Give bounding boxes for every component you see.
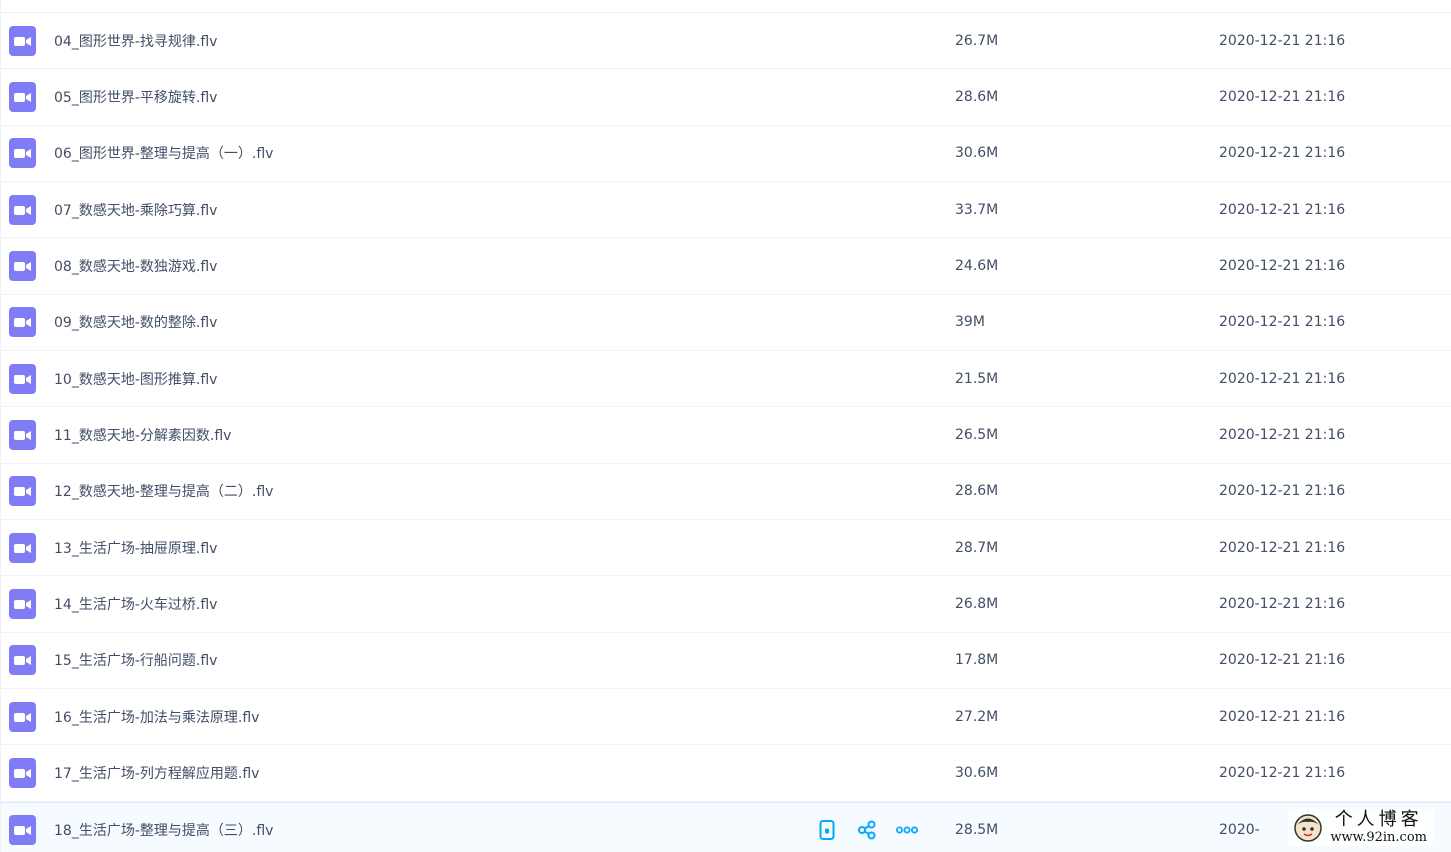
file-name[interactable]: 09_数感天地-数的整除.flv xyxy=(54,312,217,332)
video-file-icon xyxy=(9,250,36,281)
video-file-icon xyxy=(9,588,36,619)
file-date: 2020-12-21 21:16 xyxy=(1219,426,1346,443)
file-date: 2020-12-21 21:16 xyxy=(1219,145,1346,162)
video-file-icon xyxy=(9,757,36,788)
file-name[interactable]: 13_生活广场-抽屉原理.flv xyxy=(54,538,217,558)
file-date: 2020- xyxy=(1219,821,1260,838)
avatar-icon xyxy=(1294,813,1323,842)
video-file-icon xyxy=(9,363,36,394)
table-row[interactable]: 04_图形世界-找寻规律.flv 26.7M 2020-12-21 21:16 xyxy=(1,13,1451,70)
file-size: 28.6M xyxy=(955,88,999,105)
file-size: 33.7M xyxy=(955,201,999,218)
video-file-icon xyxy=(9,419,36,450)
file-name[interactable]: 12_数感天地-整理与提高（二）.flv xyxy=(54,481,273,501)
file-date: 2020-12-21 21:16 xyxy=(1219,201,1346,218)
file-size: 27.2M xyxy=(955,708,999,725)
file-name[interactable]: 16_生活广场-加法与乘法原理.flv xyxy=(54,707,259,727)
file-size: 30.6M xyxy=(955,145,999,162)
file-name[interactable]: 05_图形世界-平移旋转.flv xyxy=(54,87,217,107)
file-date: 2020-12-21 21:16 xyxy=(1219,32,1346,49)
file-date: 2020-12-21 21:16 xyxy=(1219,370,1346,387)
video-file-icon xyxy=(9,25,36,56)
video-file-icon xyxy=(9,814,36,845)
file-name[interactable]: 08_数感天地-数独游戏.flv xyxy=(54,256,217,276)
table-row[interactable]: 17_生活广场-列方程解应用题.flv 30.6M 2020-12-21 21:… xyxy=(1,745,1451,802)
file-size: 26.5M xyxy=(955,426,999,443)
file-size: 21.5M xyxy=(955,370,999,387)
file-size: 24.6M xyxy=(955,257,999,274)
file-date: 2020-12-21 21:16 xyxy=(1219,88,1346,105)
file-date: 2020-12-21 21:16 xyxy=(1219,652,1346,669)
file-name[interactable]: 15_生活广场-行船问题.flv xyxy=(54,650,217,670)
share-icon[interactable] xyxy=(856,819,878,841)
file-name[interactable]: 14_生活广场-火车过桥.flv xyxy=(54,594,217,614)
video-file-icon xyxy=(9,701,36,732)
file-size: 28.6M xyxy=(955,483,999,500)
table-row[interactable]: 14_生活广场-火车过桥.flv 26.8M 2020-12-21 21:16 xyxy=(1,576,1451,633)
file-name[interactable]: 11_数感天地-分解素因数.flv xyxy=(54,425,231,445)
table-row-hovered[interactable]: 18_生活广场-整理与提高（三）.flv 28.5M 2020- xyxy=(1,801,1451,852)
file-name[interactable]: 18_生活广场-整理与提高（三）.flv xyxy=(54,820,273,840)
file-name[interactable]: 07_数感天地-乘除巧算.flv xyxy=(54,200,217,220)
watermark-url: www.92in.com xyxy=(1330,830,1427,845)
file-name[interactable]: 06_图形世界-整理与提高（一）.flv xyxy=(54,143,273,163)
table-row[interactable]: 16_生活广场-加法与乘法原理.flv 27.2M 2020-12-21 21:… xyxy=(1,689,1451,746)
video-file-icon xyxy=(9,476,36,507)
file-date: 2020-12-21 21:16 xyxy=(1219,483,1346,500)
video-file-icon xyxy=(9,645,36,676)
file-name[interactable]: 17_生活广场-列方程解应用题.flv xyxy=(54,763,259,783)
table-row[interactable]: 10_数感天地-图形推算.flv 21.5M 2020-12-21 21:16 xyxy=(1,351,1451,408)
table-row[interactable]: 13_生活广场-抽屉原理.flv 28.7M 2020-12-21 21:16 xyxy=(1,520,1451,577)
video-file-icon xyxy=(9,81,36,112)
watermark-title: 个人博客 xyxy=(1334,809,1423,830)
file-size: 17.8M xyxy=(955,652,999,669)
table-row[interactable]: 05_图形世界-平移旋转.flv 28.6M 2020-12-21 21:16 xyxy=(1,69,1451,126)
table-row-partial xyxy=(1,0,1451,13)
video-file-icon xyxy=(9,194,36,225)
table-row[interactable]: 06_图形世界-整理与提高（一）.flv 30.6M 2020-12-21 21… xyxy=(1,126,1451,182)
watermark: 个人博客 www.92in.com xyxy=(1288,809,1433,846)
file-name[interactable]: 10_数感天地-图形推算.flv xyxy=(54,369,217,389)
file-name[interactable]: 04_图形世界-找寻规律.flv xyxy=(54,31,217,51)
video-file-icon xyxy=(9,138,36,169)
file-date: 2020-12-21 21:16 xyxy=(1219,708,1346,725)
file-list: 04_图形世界-找寻规律.flv 26.7M 2020-12-21 21:16 … xyxy=(0,0,1451,852)
video-file-icon xyxy=(9,532,36,563)
file-size: 30.6M xyxy=(955,764,999,781)
more-icon[interactable] xyxy=(896,819,918,841)
file-size: 26.7M xyxy=(955,32,999,49)
file-size: 28.5M xyxy=(955,821,999,838)
file-date: 2020-12-21 21:16 xyxy=(1219,539,1346,556)
table-row[interactable]: 15_生活广场-行船问题.flv 17.8M 2020-12-21 21:16 xyxy=(1,633,1451,689)
table-row[interactable]: 09_数感天地-数的整除.flv 39M 2020-12-21 21:16 xyxy=(1,295,1451,351)
file-date: 2020-12-21 21:16 xyxy=(1219,764,1346,781)
table-row[interactable]: 08_数感天地-数独游戏.flv 24.6M 2020-12-21 21:16 xyxy=(1,238,1451,295)
file-size: 26.8M xyxy=(955,595,999,612)
file-date: 2020-12-21 21:16 xyxy=(1219,314,1346,331)
table-row[interactable]: 11_数感天地-分解素因数.flv 26.5M 2020-12-21 21:16 xyxy=(1,407,1451,464)
file-date: 2020-12-21 21:16 xyxy=(1219,595,1346,612)
phone-icon[interactable] xyxy=(816,819,838,841)
video-file-icon xyxy=(9,307,36,338)
file-size: 28.7M xyxy=(955,539,999,556)
table-row[interactable]: 12_数感天地-整理与提高（二）.flv 28.6M 2020-12-21 21… xyxy=(1,464,1451,520)
row-actions xyxy=(816,819,918,841)
file-size: 39M xyxy=(955,314,985,331)
file-date: 2020-12-21 21:16 xyxy=(1219,257,1346,274)
table-row[interactable]: 07_数感天地-乘除巧算.flv 33.7M 2020-12-21 21:16 xyxy=(1,182,1451,239)
